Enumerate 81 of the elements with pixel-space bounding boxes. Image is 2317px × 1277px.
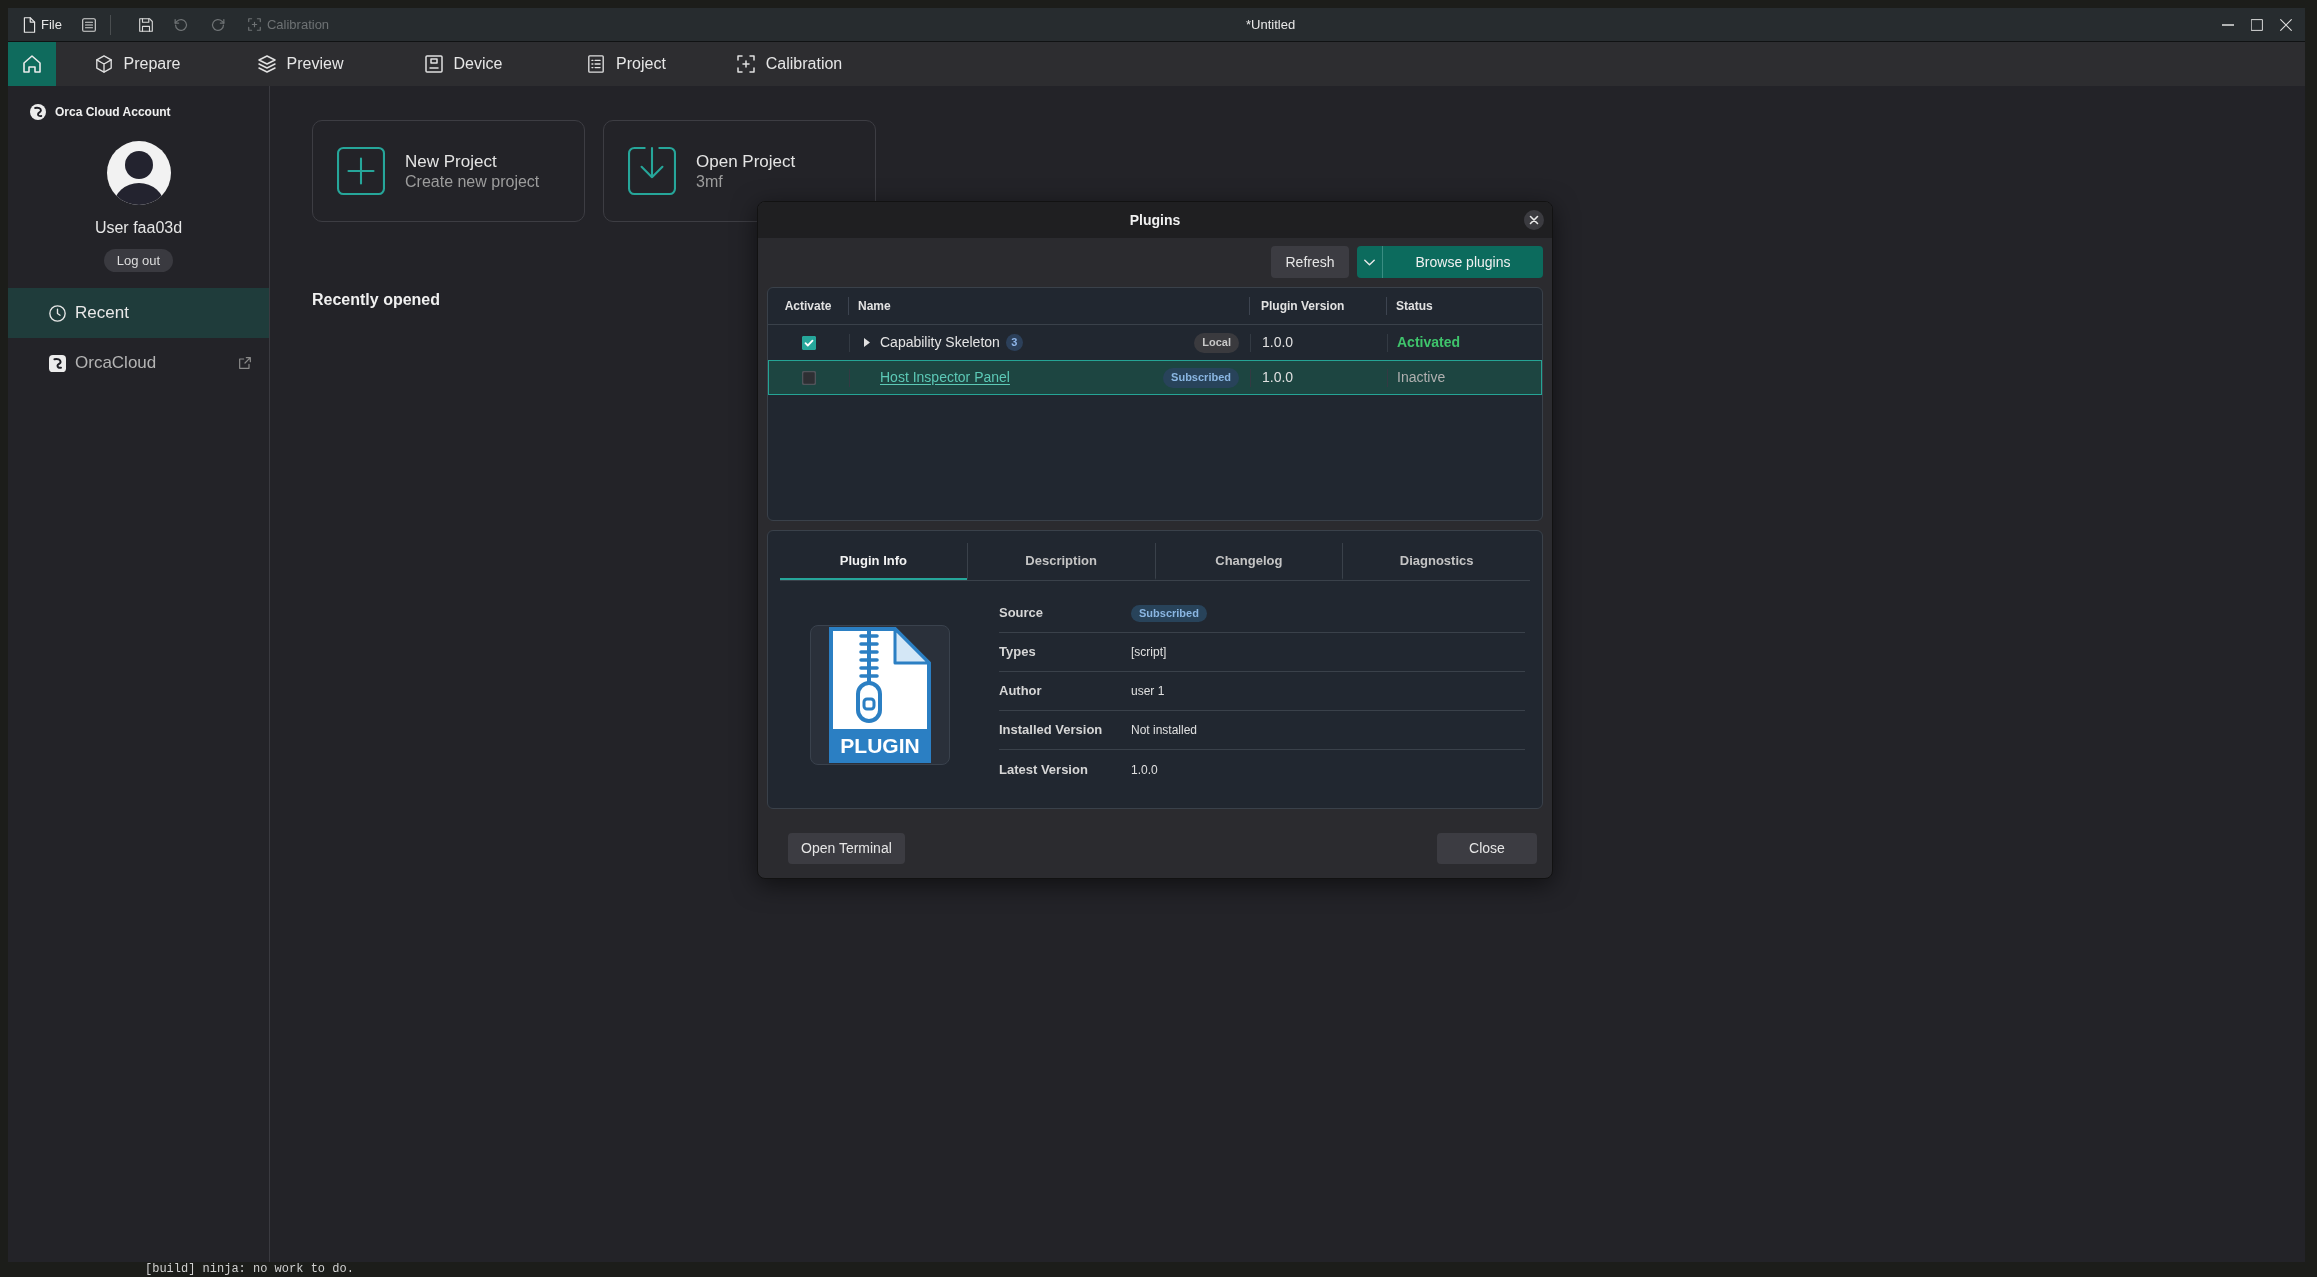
column-header: Name xyxy=(857,298,892,315)
list-icon[interactable] xyxy=(81,17,96,32)
card-subtitle: 3mf xyxy=(696,171,724,192)
field-value: [script] xyxy=(1131,644,1167,661)
source-badge: Local xyxy=(1194,332,1239,353)
column-header: Plugin Version xyxy=(1260,298,1346,315)
save-icon[interactable] xyxy=(138,17,153,32)
detail-tab[interactable]: Description xyxy=(966,543,1155,580)
dialog-title: Plugins xyxy=(1129,210,1181,230)
detail-tab[interactable]: Changelog xyxy=(1154,543,1343,580)
caret-icon xyxy=(1364,258,1375,266)
project-card[interactable]: New Project Create new project xyxy=(312,120,585,222)
file-menu[interactable]: File xyxy=(23,14,62,35)
zip-file-icon xyxy=(829,627,931,729)
logout-button[interactable]: Log out xyxy=(103,249,174,272)
refresh-button[interactable]: Refresh xyxy=(1271,246,1349,278)
source-badge: Subscribed xyxy=(1131,604,1207,622)
table-cell-text: 1.0.0 xyxy=(1261,368,1295,387)
account-title: Orca Cloud Account xyxy=(55,104,171,120)
logo-icon xyxy=(30,104,46,120)
logo-icon xyxy=(49,354,66,372)
terminal-output-line: [build] ninja: no work to do. xyxy=(144,1262,355,1277)
status-cell-text: Inactive xyxy=(1396,368,1447,387)
section-heading: Recently opened xyxy=(312,290,441,310)
detail-tab[interactable]: Plugin Info xyxy=(780,543,967,580)
field-value: Not installed xyxy=(1131,722,1198,739)
open-terminal-button[interactable]: Open Terminal xyxy=(788,833,905,864)
window-title: *Untitled xyxy=(1246,15,1296,34)
field-value: 1.0.0 xyxy=(1131,761,1158,779)
sidebar-item[interactable]: Recent xyxy=(8,288,269,338)
detail-tab[interactable]: Diagnostics xyxy=(1342,543,1530,580)
sidebar-item[interactable]: OrcaCloud xyxy=(8,338,269,388)
column-header: Activate xyxy=(783,298,833,315)
card-subtitle: Create new project xyxy=(405,171,540,192)
minimize-icon[interactable] xyxy=(2222,23,2234,26)
close-icon[interactable] xyxy=(2280,18,2292,31)
field-value: user 1 xyxy=(1131,683,1165,700)
file-icon xyxy=(23,16,36,33)
list-icon xyxy=(587,55,606,73)
layers-icon xyxy=(257,55,276,73)
field-label: Author xyxy=(999,682,1043,701)
home-icon xyxy=(23,55,41,73)
card-title: New Project xyxy=(405,150,498,172)
home-tab[interactable] xyxy=(8,42,56,86)
nav-tab[interactable]: Prepare xyxy=(56,42,219,86)
column-header: Status xyxy=(1395,298,1434,315)
expand-caret-icon[interactable] xyxy=(864,338,870,347)
field-label: Source xyxy=(999,604,1045,623)
checkbox[interactable] xyxy=(802,335,816,350)
table-row[interactable]: Host Inspector Panel Subscribed 1.0.0 Inactive xyxy=(768,360,1542,395)
cube-icon xyxy=(94,55,113,73)
dropdown-button[interactable] xyxy=(1357,246,1383,278)
browse-plugins-button[interactable]: Browse plugins xyxy=(1383,246,1543,278)
maximize-icon[interactable] xyxy=(2251,18,2263,31)
field-label: Installed Version xyxy=(999,721,1104,740)
field-label: Latest Version xyxy=(999,760,1089,779)
card-title: Open Project xyxy=(696,150,796,172)
user-name: User faa03d xyxy=(94,218,183,238)
calibration-icon xyxy=(736,55,755,73)
calibration-icon xyxy=(247,18,261,31)
nav-tab[interactable]: Project xyxy=(545,42,708,86)
nav-tab[interactable]: Preview xyxy=(219,42,382,86)
file-type-label: PLUGIN xyxy=(829,729,931,763)
arrow-into-tray-icon xyxy=(628,147,676,195)
table-cell-text: 1.0.0 xyxy=(1261,333,1295,352)
avatar-icon xyxy=(106,141,171,205)
status-cell-text: Activated xyxy=(1396,333,1462,352)
nav-tab[interactable]: Calibration xyxy=(708,42,871,86)
nav-tab[interactable]: Device xyxy=(382,42,545,86)
count-badge: 3 xyxy=(1005,334,1023,351)
close-button[interactable]: Close xyxy=(1437,833,1537,864)
plus-square-icon xyxy=(337,147,385,195)
checkbox[interactable] xyxy=(802,370,816,385)
plugin-name: Capability Skeleton xyxy=(880,333,1000,352)
device-icon xyxy=(424,55,443,73)
field-label: Types xyxy=(999,643,1037,662)
clock-icon xyxy=(49,304,66,322)
source-badge: Subscribed xyxy=(1163,367,1239,388)
plugin-link[interactable]: Host Inspector Panel xyxy=(880,367,1010,388)
close-icon[interactable] xyxy=(1524,210,1544,230)
table-row[interactable]: Capability Skeleton 3 Local 1.0.0 Activated xyxy=(768,325,1542,360)
